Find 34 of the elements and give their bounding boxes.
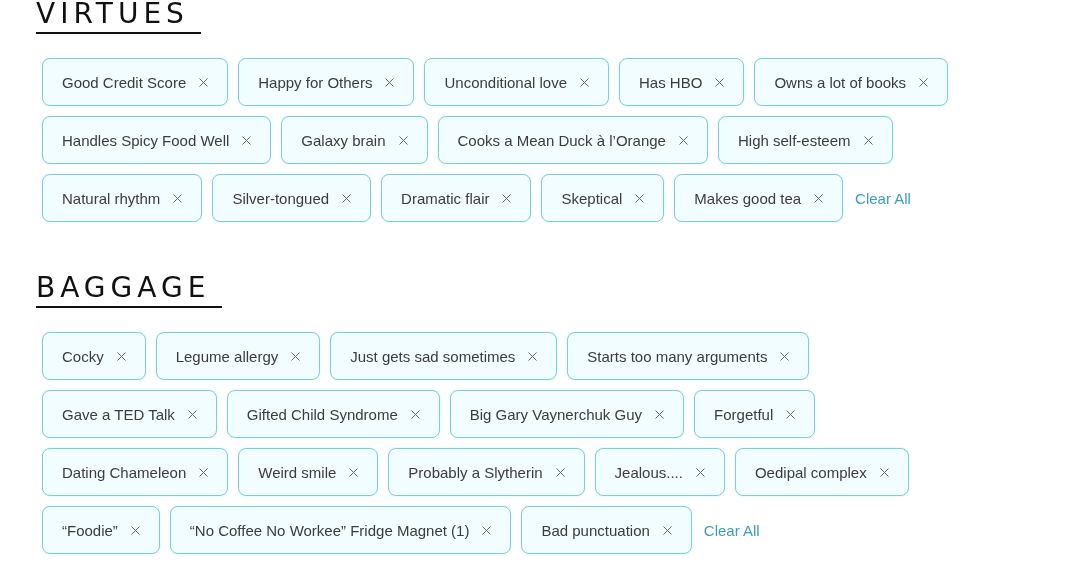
tag-label: Oedipal complex [754,463,867,481]
tag-label: Owns a lot of books [774,73,907,91]
tag-label: Probably a Slytherin [408,463,543,481]
tag-label: Dating Chameleon [62,463,187,481]
section-heading: BAGGAGE [36,274,223,308]
tag-label: Starts too many arguments [587,347,768,365]
tag-label: Unconditional love [444,73,568,91]
tag-label: High self-esteem [737,131,851,149]
tag-label: Jealous.... [614,463,683,481]
tag-label: Just gets sad sometimes [350,347,516,365]
tag-label: Handles Spicy Food Well [62,131,230,149]
tag-label: Cooks a Mean Duck à l’Orange [457,131,666,149]
tag-label: Big Gary Vaynerchuk Guy [469,405,643,423]
section-heading: VIRTUES [36,0,201,34]
tag-label: Natural rhythm [62,189,161,207]
tag-label: “No Coffee No Workee” Fridge Magnet (1) [189,521,470,539]
clear-all-link[interactable]: Clear All [703,521,760,539]
tag-label: Has HBO [639,73,703,91]
clear-all-link[interactable]: Clear All [855,189,911,207]
tag-label: Dramatic flair [401,189,490,207]
tag-label: Good Credit Score [62,73,187,91]
tag-label: Skeptical [561,189,623,207]
tag-label: Makes good tea [694,189,802,207]
tag-label: Galaxy brain [301,131,386,149]
tag-label: Gifted Child Syndrome [246,405,398,423]
tag-label: Happy for Others [258,73,373,91]
tag-label: “Foodie” [62,521,118,539]
tag-label: Forgetful [714,405,774,423]
tag-label: Cocky [62,347,104,365]
tag-label: Weird smile [258,463,337,481]
tag-label: Silver-tongued [232,189,330,207]
tag-label: Legume allergy [175,347,279,365]
tag-label: Gave a TED Talk [62,405,175,423]
tag-label: Bad punctuation [541,521,650,539]
